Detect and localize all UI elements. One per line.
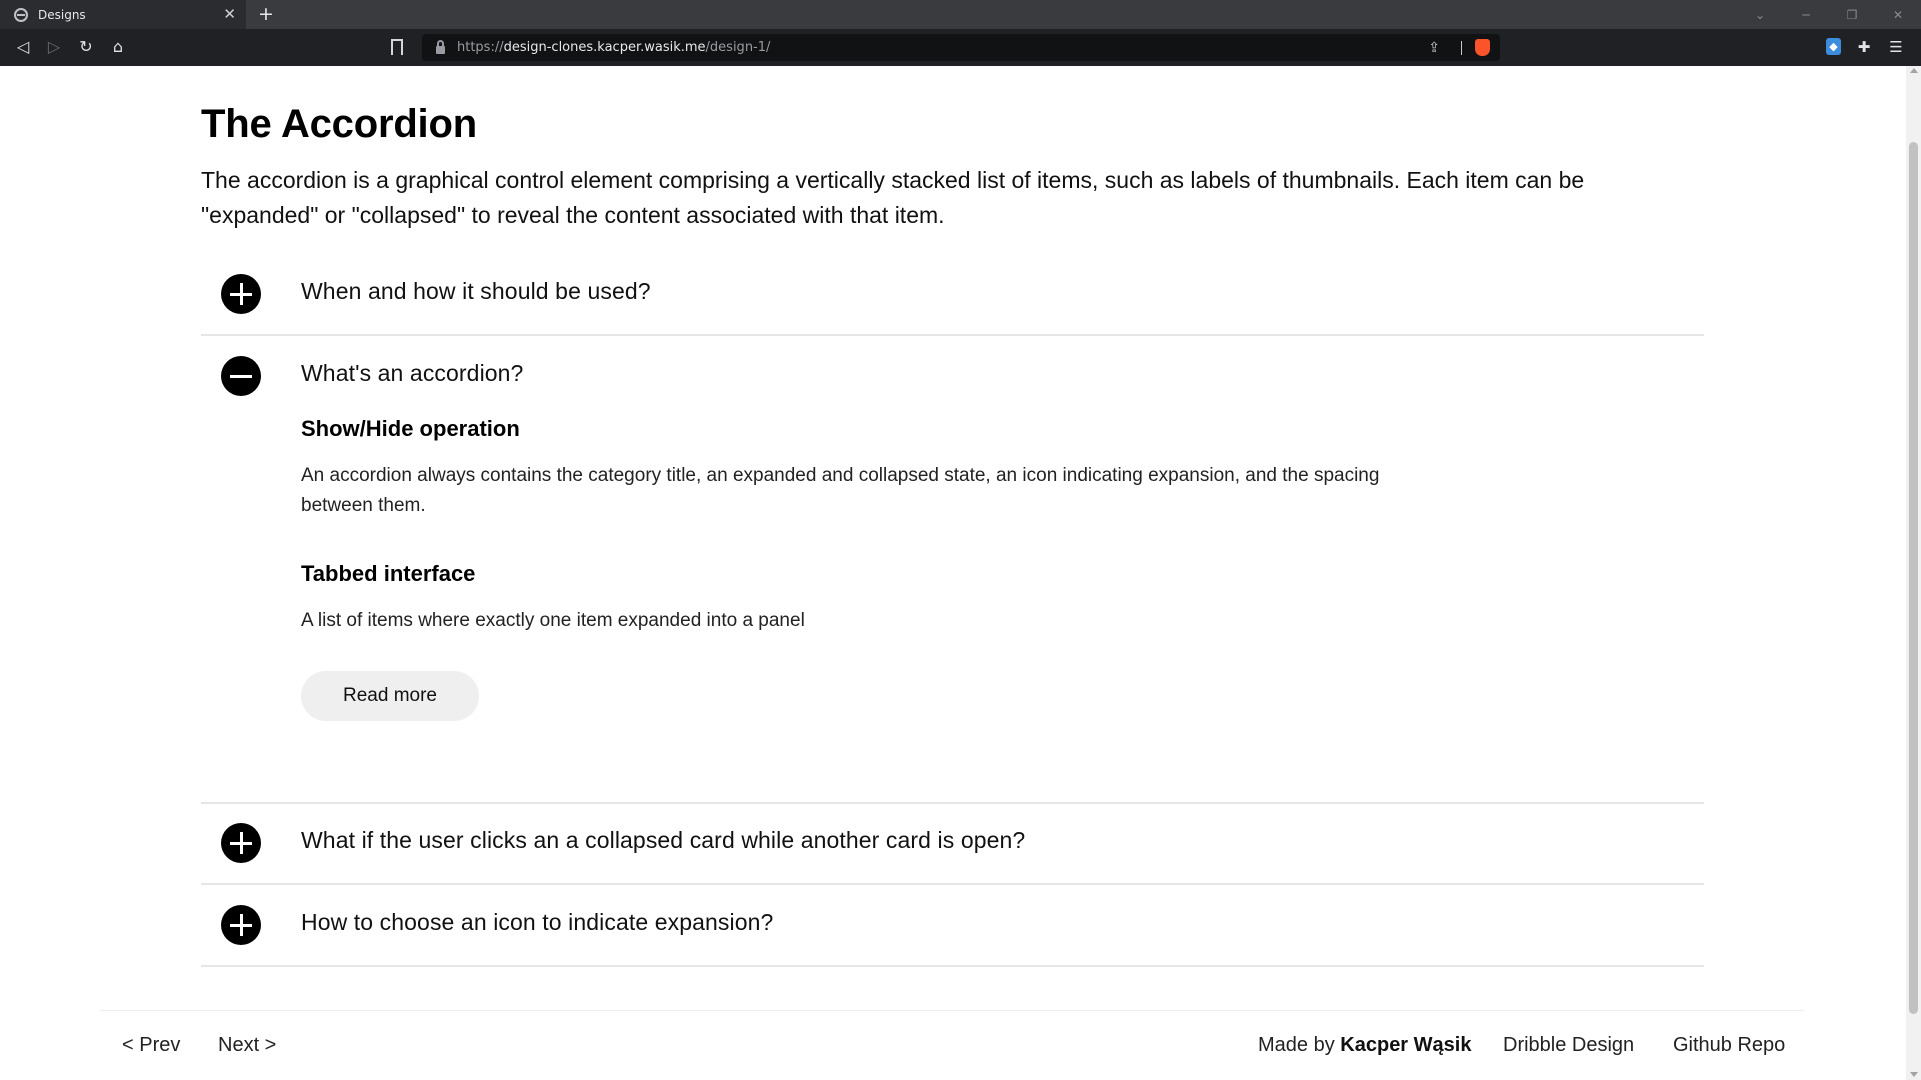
accordion-item-expanded: What's an accordion? Show/Hide operation…	[201, 336, 1704, 804]
globe-icon	[14, 7, 28, 22]
accordion-item: When and how it should be used?	[201, 254, 1704, 336]
made-by-link[interactable]: Made by Kacper Wąsik	[1258, 1034, 1471, 1057]
bookmark-icon[interactable]	[391, 39, 403, 55]
accordion-question: What's an accordion?	[301, 360, 524, 386]
scroll-up-icon[interactable]	[1910, 68, 1918, 73]
url-divider	[1461, 41, 1462, 55]
plus-icon[interactable]	[221, 905, 261, 945]
forward-icon[interactable]: ▷	[44, 37, 64, 57]
share-icon[interactable]: ⇪	[1428, 40, 1440, 56]
close-window-icon[interactable]: ✕	[1875, 8, 1921, 22]
extensions-area: ◆ ✚ ☰	[1826, 37, 1905, 57]
accordion-header[interactable]: How to choose an icon to indicate expans…	[201, 885, 1704, 965]
page-footer: < Prev Next > Made by Kacper Wąsik Dribb…	[100, 1010, 1804, 1080]
accordion-item: What if the user clicks an a collapsed c…	[201, 803, 1704, 885]
next-link[interactable]: Next >	[218, 1034, 276, 1057]
page-intro: The accordion is a graphical control ele…	[201, 167, 1585, 228]
extensions-icon[interactable]: ✚	[1855, 37, 1873, 57]
reload-icon[interactable]: ↻	[76, 37, 96, 57]
panel-subtitle: Tabbed interface	[301, 561, 476, 586]
panel-text: An accordion always contains the categor…	[301, 465, 1380, 516]
accordion-header[interactable]: When and how it should be used?	[201, 254, 1704, 334]
close-tab-icon[interactable]: ✕	[223, 5, 236, 23]
page-viewport: The Accordion The accordion is a graphic…	[0, 66, 1906, 1080]
new-tab-button[interactable]: +	[258, 3, 274, 25]
menu-icon[interactable]: ☰	[1887, 37, 1905, 57]
scroll-thumb[interactable]	[1909, 142, 1918, 1014]
dribble-design-link[interactable]: Dribble Design	[1503, 1034, 1634, 1057]
tab-title: Designs	[38, 7, 86, 22]
browser-toolbar: ◁ ▷ ↻ ⌂ https://design-clones.kacper.was…	[0, 29, 1921, 66]
minimize-icon[interactable]: ─	[1783, 8, 1829, 22]
github-repo-link[interactable]: Github Repo	[1673, 1034, 1785, 1057]
accordion-question: How to choose an icon to indicate expans…	[301, 909, 774, 935]
restore-icon[interactable]: ❐	[1829, 8, 1875, 22]
back-icon[interactable]: ◁	[13, 37, 33, 57]
url-text: https://design-clones.kacper.wasik.me/de…	[457, 40, 771, 55]
read-more-button[interactable]: Read more	[301, 671, 479, 721]
minus-icon[interactable]	[221, 356, 261, 396]
plus-icon[interactable]	[221, 823, 261, 863]
prev-link[interactable]: < Prev	[122, 1034, 180, 1057]
brave-shields-icon[interactable]	[1475, 39, 1490, 56]
address-bar[interactable]: https://design-clones.kacper.wasik.me/de…	[422, 34, 1500, 61]
window-controls: ⌄ ─ ❐ ✕	[1737, 0, 1921, 29]
home-icon[interactable]: ⌂	[108, 37, 128, 57]
made-by-prefix: Made by	[1258, 1034, 1335, 1056]
accordion-header[interactable]: What if the user clicks an a collapsed c…	[201, 803, 1704, 883]
browser-tab[interactable]: Designs ✕	[0, 0, 246, 29]
browser-tab-bar: Designs ✕ + ⌄ ─ ❐ ✕	[0, 0, 1921, 29]
panel-text: A list of items where exactly one item e…	[301, 610, 805, 631]
panel-subtitle: Show/Hide operation	[301, 416, 520, 441]
accordion-item: How to choose an icon to indicate expans…	[201, 885, 1704, 967]
scroll-down-icon[interactable]	[1910, 1072, 1918, 1077]
page-scrollbar[interactable]	[1906, 66, 1921, 1080]
bitwarden-icon[interactable]: ◆	[1826, 38, 1841, 55]
tab-search-icon[interactable]: ⌄	[1737, 8, 1783, 22]
plus-icon[interactable]	[221, 274, 261, 314]
lock-icon	[436, 39, 445, 54]
accordion-question: What if the user clicks an a collapsed c…	[301, 827, 1026, 853]
accordion-question: When and how it should be used?	[301, 278, 651, 304]
page-title: The Accordion	[201, 102, 477, 146]
author-name: Kacper Wąsik	[1340, 1034, 1472, 1056]
accordion-header[interactable]: What's an accordion?	[201, 336, 1704, 416]
